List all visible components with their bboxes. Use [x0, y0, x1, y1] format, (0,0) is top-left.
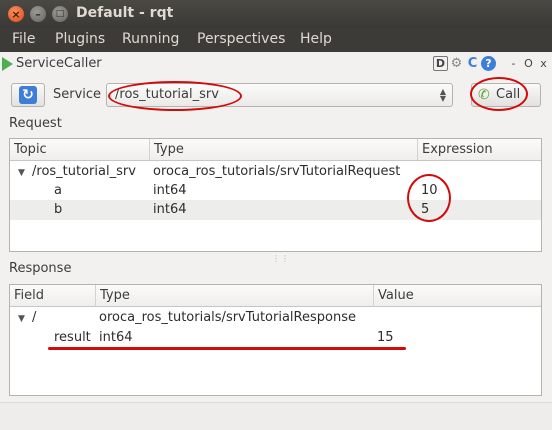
request-col-expression[interactable]: Expression — [418, 139, 541, 161]
request-field-name: b — [54, 202, 63, 217]
window-minimize-button[interactable]: – — [30, 6, 46, 22]
request-root-type: oroca_ros_tutorials/srvTutorialRequest — [153, 164, 401, 179]
request-field-type: int64 — [153, 202, 187, 217]
tree-expanded-icon[interactable]: ▼ — [18, 168, 25, 178]
close-dock-icon[interactable]: x — [536, 56, 551, 71]
annotation-call-circle — [470, 77, 528, 111]
request-field-name: a — [54, 183, 62, 198]
menu-plugins[interactable]: Plugins — [55, 31, 105, 47]
response-col-value[interactable]: Value — [374, 285, 541, 307]
menu-bar: File Plugins Running Perspectives Help — [0, 28, 552, 52]
help-icon[interactable]: ? — [481, 56, 496, 71]
service-label: Service — [53, 87, 102, 102]
request-label: Request — [9, 116, 62, 131]
annotation-service-circle — [108, 81, 242, 111]
window-title: Default - rqt — [76, 5, 174, 21]
title-bar: × – □ Default - rqt — [0, 0, 552, 28]
minimize-dock-icon[interactable]: - — [506, 56, 521, 71]
response-table: Field Type Value ▼ / oroca_ros_tutorials… — [9, 284, 542, 396]
response-col-field[interactable]: Field — [10, 285, 96, 307]
combo-arrows-icon: ▲ ▼ — [439, 87, 446, 103]
request-col-type[interactable]: Type — [150, 139, 418, 161]
request-root-topic: /ros_tutorial_srv — [32, 164, 136, 179]
splitter-handle[interactable]: ⋮⋮ — [272, 254, 290, 263]
d-icon[interactable]: D — [433, 56, 448, 71]
response-field-value: 15 — [377, 330, 394, 345]
tree-expanded-icon[interactable]: ▼ — [18, 314, 25, 324]
response-root-field: / — [32, 310, 37, 325]
menu-running[interactable]: Running — [122, 31, 179, 47]
response-root-type: oroca_ros_tutorials/srvTutorialResponse — [99, 310, 356, 325]
maximize-icon: □ — [55, 8, 65, 19]
response-col-type[interactable]: Type — [96, 285, 374, 307]
menu-perspectives[interactable]: Perspectives — [197, 31, 285, 47]
refresh-services-button[interactable]: ↻ — [11, 83, 45, 107]
request-col-topic[interactable]: Topic — [10, 139, 150, 161]
request-table: Topic Type Expression ▼ /ros_tutorial_sr… — [9, 138, 542, 252]
response-field-name: result — [54, 330, 91, 345]
menu-help[interactable]: Help — [300, 31, 332, 47]
response-label: Response — [9, 261, 72, 276]
gear-icon[interactable]: ⚙ — [449, 56, 464, 71]
refresh-icon: ↻ — [19, 86, 37, 104]
plugin-title: ServiceCaller — [16, 56, 102, 71]
window-maximize-button[interactable]: □ — [52, 6, 68, 22]
plugin-header: ServiceCaller D ⚙ C ? - O x — [0, 52, 552, 76]
annotation-expression-circle — [407, 174, 451, 222]
request-field-type: int64 — [153, 183, 187, 198]
minimize-icon: – — [35, 7, 41, 21]
close-icon: × — [11, 7, 21, 21]
menu-file[interactable]: File — [12, 31, 35, 47]
status-bar — [0, 402, 552, 430]
reload-icon[interactable]: C — [465, 56, 480, 71]
response-field-type: int64 — [99, 330, 133, 345]
annotation-result-underline — [48, 347, 406, 350]
window-close-button[interactable]: × — [8, 6, 24, 22]
float-dock-icon[interactable]: O — [521, 56, 536, 71]
play-icon — [2, 57, 13, 71]
table-row[interactable]: b int64 5 — [10, 200, 541, 220]
